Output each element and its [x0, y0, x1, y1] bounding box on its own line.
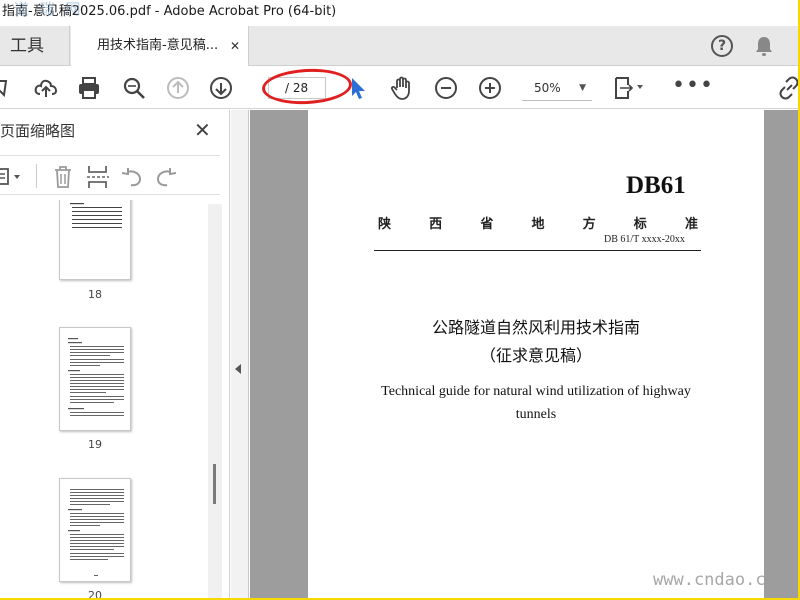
watermark-top: 道 瑞 网: [14, 0, 84, 18]
province-char: 陕: [378, 217, 392, 232]
main-toolbar: / 28 50% ▼ •••: [0, 66, 798, 109]
province-char: 准: [684, 217, 698, 232]
collapse-arrow-icon: [235, 364, 241, 374]
province-char: 西: [429, 217, 443, 232]
extract-icon[interactable]: [86, 164, 110, 190]
province-char: 省: [480, 217, 494, 232]
page-up-icon[interactable]: [165, 75, 191, 101]
page-thumbnails-panel: 页面缩略图 ✕ 18 19 20: [0, 110, 230, 598]
province-char: 地: [531, 217, 545, 232]
print-icon[interactable]: [76, 75, 102, 101]
toolbar-divider: [36, 164, 37, 188]
zoom-level-select[interactable]: 50% ▼: [522, 77, 592, 101]
standard-code: DB61: [626, 172, 686, 199]
panel-close-icon[interactable]: ✕: [194, 118, 211, 142]
thumbnail-page-20[interactable]: [59, 478, 131, 582]
zoom-value: 50%: [534, 81, 561, 95]
hand-tool-icon[interactable]: [389, 75, 415, 101]
undo-icon[interactable]: [120, 166, 144, 188]
upload-icon[interactable]: [33, 75, 59, 101]
help-icon[interactable]: ?: [711, 35, 733, 57]
red-annotation-circle: [261, 66, 353, 107]
thumbnail-page-19[interactable]: [59, 327, 131, 431]
document-subtitle-cn: （征求意见稿）: [479, 346, 592, 365]
thumbnail-label-19: 19: [88, 438, 102, 451]
options-icon[interactable]: [0, 166, 26, 188]
province-char: 方: [582, 217, 596, 232]
acrobat-window: 指南-意见稿2025.06.pdf - Adobe Acrobat Pro (6…: [0, 0, 798, 598]
select-cursor-icon[interactable]: [347, 75, 369, 101]
thumbnail-label-20: 20: [88, 589, 102, 598]
thumbnail-scrollbar[interactable]: [208, 204, 222, 598]
more-options-icon[interactable]: •••: [672, 75, 714, 97]
zoom-out-icon[interactable]: [433, 75, 459, 101]
tab-tools[interactable]: 工具: [0, 26, 70, 66]
province-standard-line: 陕 西 省 地 方 标 准: [378, 213, 698, 232]
thumbnail-scrollbar-thumb[interactable]: [213, 464, 216, 504]
fit-page-icon[interactable]: [612, 75, 646, 101]
tab-document-label: 用技术指南-意见稿...: [97, 38, 219, 53]
standard-number: DB 61/T xxxx-20xx: [604, 234, 685, 245]
thumbnail-label-18: 18: [88, 288, 102, 301]
thumbnail-20-content: [68, 489, 124, 576]
tab-close-icon[interactable]: ✕: [230, 26, 240, 66]
header-rule: [374, 250, 701, 251]
panel-collapse-handle[interactable]: [231, 110, 249, 598]
page-down-icon[interactable]: [208, 75, 234, 101]
link-icon[interactable]: [776, 75, 798, 101]
chevron-down-icon: ▼: [579, 83, 586, 93]
document-title-cn: 公路隧道自然风利用技术指南: [431, 318, 640, 337]
thumbnail-18-content: [70, 203, 122, 228]
pdf-page: DB61 陕 西 省 地 方 标 准 DB 61/T xxxx-20xx 公路隧…: [308, 110, 764, 598]
document-title-en: Technical guide for natural wind utiliza…: [381, 384, 691, 422]
delete-icon[interactable]: [52, 165, 74, 189]
tab-bar: 工具 用技术指南-意见稿... ✕ ?: [0, 26, 798, 66]
thumbnail-list: 18 19 20: [0, 200, 206, 598]
tab-document[interactable]: 用技术指南-意见稿... ✕: [71, 26, 249, 66]
bookmark-icon[interactable]: [0, 75, 18, 101]
title-bar: 指南-意见稿2025.06.pdf - Adobe Acrobat Pro (6…: [0, 0, 798, 24]
province-char: 标: [633, 217, 647, 232]
thumbnail-page-18[interactable]: [59, 200, 131, 280]
watermark-bottom: www.cndao.c: [653, 570, 766, 590]
zoom-search-icon[interactable]: [121, 75, 147, 101]
thumbnail-19-content: [68, 338, 124, 416]
redo-icon[interactable]: [154, 166, 178, 188]
zoom-in-icon[interactable]: [477, 75, 503, 101]
panel-title: 页面缩略图: [0, 122, 76, 140]
thumbnail-toolbar: [0, 155, 220, 195]
bell-icon[interactable]: [754, 35, 774, 57]
document-viewport[interactable]: DB61 陕 西 省 地 方 标 准 DB 61/T xxxx-20xx 公路隧…: [250, 110, 798, 598]
